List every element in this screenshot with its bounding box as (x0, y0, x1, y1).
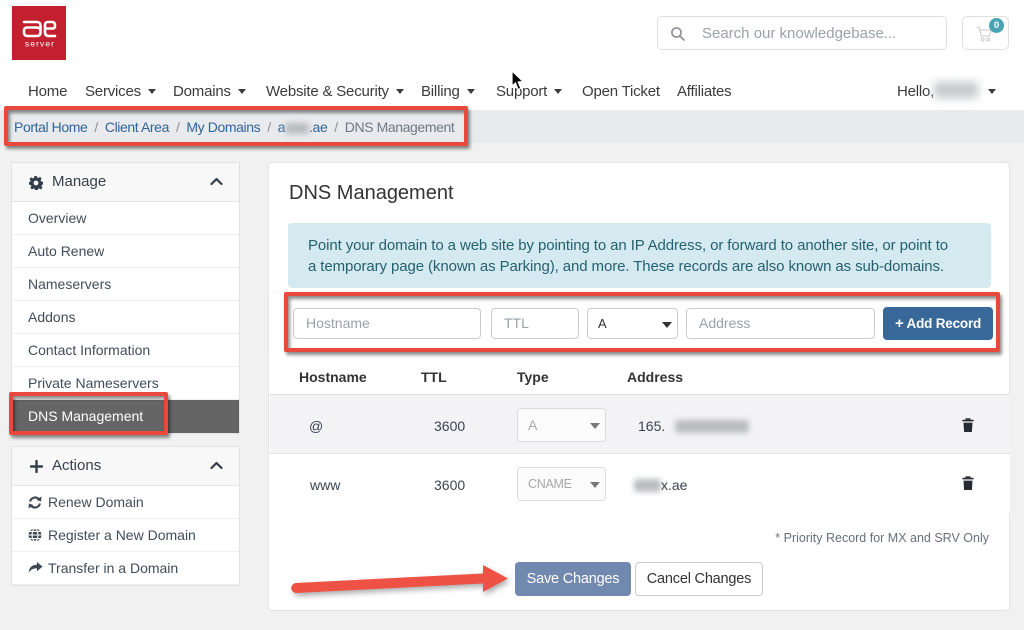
svg-text:server: server (25, 39, 55, 49)
